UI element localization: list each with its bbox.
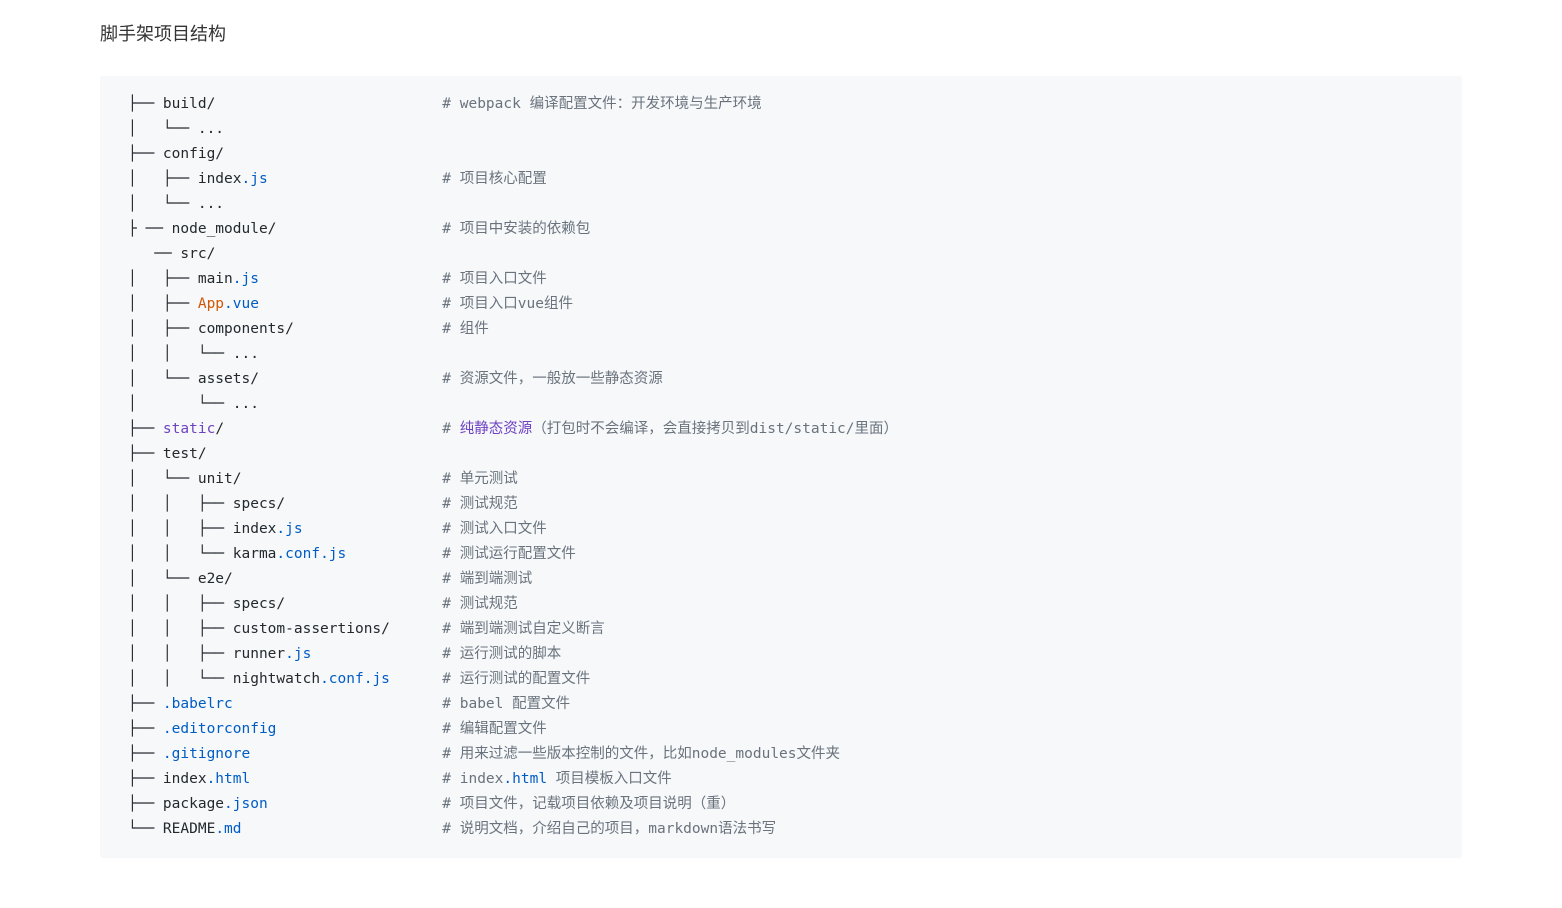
code-segment: ├── test/ <box>128 446 207 462</box>
code-segment: （打包时不会编译，会直接拷贝到dist/static/里面） <box>532 421 898 437</box>
code-segment: # 资源文件，一般放一些静态资源 <box>259 371 663 387</box>
code-segment: App <box>198 296 224 312</box>
code-segment: .js <box>276 521 302 537</box>
code-segment: # 组件 <box>294 321 489 337</box>
code-segment: # index <box>250 771 503 787</box>
code-segment: .html <box>207 771 251 787</box>
code-segment: .json <box>224 796 268 812</box>
code-segment: 纯静态资源 <box>460 421 533 437</box>
code-segment: # 测试规范 <box>285 596 518 612</box>
code-block: ├── build/ # webpack 编译配置文件：开发环境与生产环境 │ … <box>100 76 1462 858</box>
page-title: 脚手架项目结构 <box>100 20 1462 46</box>
code-segment: # 用来过滤一些版本控制的文件，比如node_modules文件夹 <box>250 746 840 762</box>
code-segment: # 测试运行配置文件 <box>346 546 576 562</box>
code-segment: ├── index <box>128 771 207 787</box>
code-segment: # <box>224 421 460 437</box>
code-segment: ├── config/ <box>128 146 224 162</box>
code-segment: ├── <box>128 746 163 762</box>
code-segment: # 项目文件，记载项目依赖及项目说明（重） <box>268 796 736 812</box>
code-segment: # 项目入口文件 <box>259 271 547 287</box>
code-segment: .js <box>242 171 268 187</box>
code-segment: ├── <box>128 721 163 737</box>
code-segment: .gitignore <box>163 746 250 762</box>
code-segment: │ └── assets/ <box>128 371 259 387</box>
code-segment: │ │ ├── specs/ <box>128 596 285 612</box>
code-segment: # 项目入口vue组件 <box>259 296 573 312</box>
code-segment: .js <box>320 546 346 562</box>
code-segment: ── src/ <box>128 246 215 262</box>
code-segment: .md <box>215 821 241 837</box>
code-segment: │ │ ├── custom-assertions/ <box>128 621 390 637</box>
code-segment: │ └── ... <box>128 396 259 412</box>
code-segment: # 编辑配置文件 <box>276 721 546 737</box>
code-segment: ├── <box>128 696 163 712</box>
code-segment: 项目模板入口文件 <box>547 771 672 787</box>
code-segment: └── README <box>128 821 215 837</box>
code-segment: │ └── unit/ <box>128 471 242 487</box>
code-segment: .editorconfig <box>163 721 277 737</box>
code-segment: # 单元测试 <box>242 471 518 487</box>
code-segment: │ └── ... <box>128 196 224 212</box>
code-segment: │ └── e2e/ <box>128 571 233 587</box>
code-segment: ├── <box>128 421 163 437</box>
code-segment: │ ├── <box>128 296 198 312</box>
code-segment: # 运行测试的脚本 <box>311 646 561 662</box>
code-segment: # 说明文档，介绍自己的项目，markdown语法书写 <box>242 821 777 837</box>
code-segment: # 测试入口文件 <box>303 521 547 537</box>
code-segment: .conf <box>320 671 364 687</box>
code-segment: │ ├── main <box>128 271 233 287</box>
code-segment: │ └── ... <box>128 121 224 137</box>
code-segment: # 运行测试的配置文件 <box>390 671 590 687</box>
code-segment: │ ├── index <box>128 171 242 187</box>
code-segment: │ │ └── karma <box>128 546 276 562</box>
directory-tree: ├── build/ # webpack 编译配置文件：开发环境与生产环境 │ … <box>128 96 898 837</box>
code-segment: # 项目中安装的依赖包 <box>276 221 590 237</box>
code-segment: / <box>215 421 224 437</box>
code-segment: │ ├── components/ <box>128 321 294 337</box>
code-segment: # 端到端测试自定义断言 <box>390 621 605 637</box>
code-segment: .js <box>233 271 259 287</box>
code-segment: .html <box>503 771 547 787</box>
code-segment: ├ ── node_module/ <box>128 221 276 237</box>
code-segment: # babel 配置文件 <box>233 696 570 712</box>
code-segment: # webpack 编译配置文件：开发环境与生产环境 <box>215 96 761 112</box>
code-segment: ├── build/ <box>128 96 215 112</box>
code-segment: ├── package <box>128 796 224 812</box>
code-segment: static <box>163 421 215 437</box>
code-segment: .js <box>364 671 390 687</box>
code-segment: # 端到端测试 <box>233 571 532 587</box>
code-segment: │ │ └── ... <box>128 346 259 362</box>
code-segment: # 测试规范 <box>285 496 518 512</box>
code-segment: .conf <box>276 546 320 562</box>
code-segment: .js <box>285 646 311 662</box>
code-segment: │ │ ├── specs/ <box>128 496 285 512</box>
code-segment: .vue <box>224 296 259 312</box>
code-segment: │ │ └── nightwatch <box>128 671 320 687</box>
code-segment: │ │ ├── runner <box>128 646 285 662</box>
code-segment: # 项目核心配置 <box>268 171 547 187</box>
code-segment: │ │ ├── index <box>128 521 276 537</box>
code-segment: .babelrc <box>163 696 233 712</box>
